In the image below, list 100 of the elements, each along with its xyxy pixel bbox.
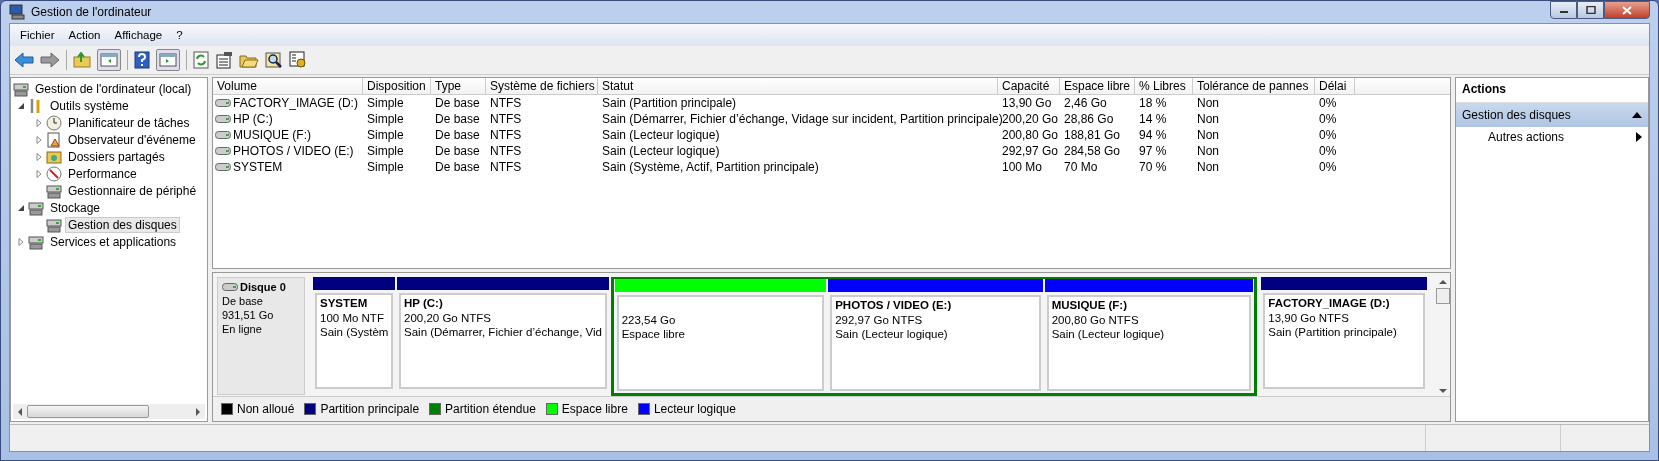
search-icon[interactable] (265, 51, 283, 69)
minimize-button[interactable] (1550, 1, 1577, 19)
table-cell: 18 % (1139, 96, 1167, 110)
table-cell: 0% (1319, 144, 1337, 158)
properties-icon[interactable] (215, 51, 233, 69)
scroll-down-arrow-icon[interactable] (1438, 388, 1447, 394)
tree-item[interactable]: Planificateur de tâches (65, 114, 193, 131)
expanded-arrow-icon[interactable] (17, 101, 25, 110)
submenu-arrow-icon (1636, 132, 1642, 142)
folder-icon[interactable] (239, 52, 259, 68)
expanded-arrow-icon[interactable] (17, 203, 25, 212)
table-cell: Sain (Démarrer, Fichier d’échange, Vidage sur incident, Partition principale) (602, 112, 1003, 126)
partition-status: Sain (Démarrer, Fichier d’échange, Vid (404, 326, 602, 338)
table-cell: Non (1197, 160, 1219, 174)
tree-item[interactable]: Gestion de l'ordinateur (local) (32, 80, 195, 97)
partition-size: 200,80 Go NTFS (1051, 314, 1140, 326)
column-header[interactable]: Tolérance de pannes (1193, 78, 1315, 95)
vertical-scrollbar[interactable] (1435, 277, 1450, 396)
table-cell: De base (435, 112, 480, 126)
tree-item[interactable]: Dossiers partagés (65, 148, 168, 165)
table-cell: 200,20 Go (1002, 112, 1059, 126)
table-cell: 0% (1319, 96, 1337, 110)
legend-label: Non alloué (237, 402, 295, 416)
table-cell: Sain (Lecteur logique) (602, 144, 720, 158)
collapsed-arrow-icon[interactable] (17, 237, 25, 246)
table-cell: SYSTEM (233, 160, 283, 174)
refresh-icon[interactable] (193, 51, 209, 69)
scroll-thumb[interactable] (27, 405, 149, 418)
table-cell: De base (435, 96, 480, 110)
partition-status: Sain (Systèm (320, 326, 389, 338)
drive-icon (215, 163, 231, 171)
menu-item[interactable]: Fichier (14, 27, 61, 43)
partition-status: Espace libre (621, 328, 686, 340)
help-icon[interactable] (134, 51, 150, 69)
horizontal-scrollbar[interactable] (13, 404, 205, 419)
menu-item[interactable]: Affichage (108, 27, 169, 43)
close-button[interactable] (1604, 1, 1650, 19)
table-cell: Sain (Partition principale) (602, 96, 737, 110)
table-cell: 0% (1319, 128, 1337, 142)
column-header[interactable]: Type (431, 78, 486, 95)
disk-size: 931,51 Go (222, 309, 275, 321)
back-arrow-icon[interactable] (14, 52, 34, 68)
scroll-thumb[interactable] (1435, 288, 1450, 304)
drive-icon (222, 283, 238, 291)
partition-size: 13,90 Go NTFS (1268, 312, 1350, 324)
table-cell: 94 % (1139, 128, 1167, 142)
menu-item[interactable]: Action (62, 27, 107, 43)
column-header[interactable]: Capacité (998, 78, 1060, 95)
scroll-left-arrow-icon[interactable] (17, 407, 23, 416)
column-header[interactable]: Disposition (363, 78, 431, 95)
pane-icon[interactable] (156, 49, 180, 71)
table-cell: 14 % (1139, 112, 1167, 126)
tree-item[interactable]: Gestionnaire de périphé (65, 182, 200, 199)
table-cell: Simple (367, 144, 404, 158)
disk-name: Disque 0 (240, 281, 286, 293)
folder-up-icon[interactable] (73, 52, 91, 68)
table-cell: Simple (367, 96, 404, 110)
collapsed-arrow-icon[interactable] (35, 169, 43, 178)
column-header[interactable]: Statut (598, 78, 998, 95)
close-icon (1622, 5, 1632, 15)
table-cell: FACTORY_IMAGE (D:) (233, 96, 358, 110)
disk-type: De base (222, 295, 264, 307)
table-cell: NTFS (490, 96, 522, 110)
tree-item[interactable]: Observateur d'événeme (65, 131, 199, 148)
maximize-button[interactable] (1577, 1, 1604, 19)
column-header[interactable]: Espace libre (1060, 78, 1135, 95)
table-cell: 0% (1319, 112, 1337, 126)
column-header[interactable]: Volume (213, 78, 363, 95)
tree-item[interactable]: Stockage (47, 199, 104, 216)
pane-icon[interactable] (97, 49, 121, 71)
table-cell: 2,46 Go (1064, 96, 1107, 110)
tree-item[interactable]: Services et applications (47, 233, 180, 250)
tree-item[interactable]: Performance (65, 165, 140, 182)
table-cell: Simple (367, 160, 404, 174)
column-header[interactable]: Système de fichiers (486, 78, 598, 95)
collapsed-arrow-icon[interactable] (35, 135, 43, 144)
column-header[interactable]: Délai (1315, 78, 1355, 95)
disk-status: En ligne (222, 323, 263, 335)
settings-icon[interactable] (289, 51, 307, 69)
scroll-up-arrow-icon[interactable] (1438, 279, 1447, 285)
actions-section-header[interactable]: Gestion des disques (1456, 103, 1648, 127)
scroll-right-arrow-icon[interactable] (195, 407, 201, 416)
collapsed-arrow-icon[interactable] (35, 152, 43, 161)
table-cell: Simple (367, 128, 404, 142)
table-cell: Non (1197, 144, 1219, 158)
table-cell: 0% (1319, 160, 1337, 174)
disk-drive-icon (46, 216, 62, 233)
column-header[interactable]: % Libres (1135, 78, 1193, 95)
action-link[interactable]: Autres actions (1456, 127, 1648, 147)
legend-label: Partition étendue (445, 402, 536, 416)
drive-icon (215, 115, 231, 123)
table-cell: MUSIQUE (F:) (233, 128, 311, 142)
collapsed-arrow-icon[interactable] (35, 118, 43, 127)
menu-item[interactable]: ? (170, 27, 189, 43)
table-cell: 97 % (1139, 144, 1167, 158)
tree-item[interactable]: Outils système (47, 97, 132, 114)
forward-arrow-icon[interactable] (40, 52, 60, 68)
table-cell: 13,90 Go (1002, 96, 1052, 110)
tree-item[interactable]: Gestion des disques (65, 216, 180, 233)
table-cell: Sain (Système, Actif, Partition principale) (602, 160, 819, 174)
